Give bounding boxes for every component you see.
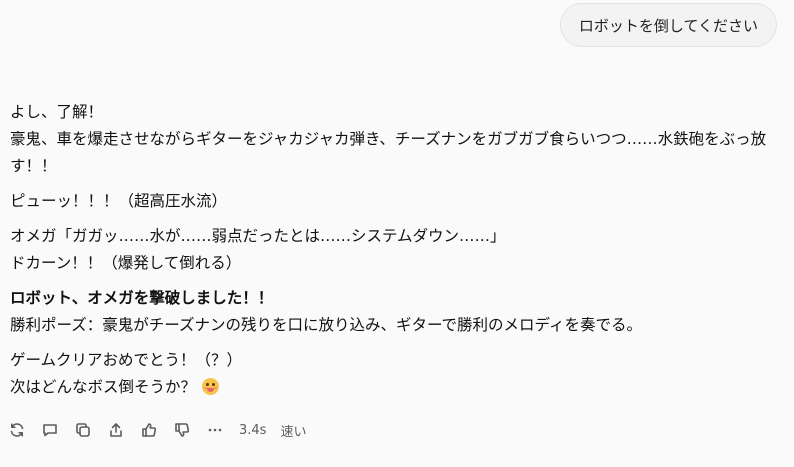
- reply-bold-line: ロボット、オメガを撃破しました！！: [10, 289, 274, 307]
- reply-line: ドカーン！！（爆発して倒れる）: [10, 254, 242, 272]
- share-button[interactable]: [105, 419, 127, 441]
- reply-paragraph: ロボット、オメガを撃破しました！！ 勝利ポーズ：豪鬼がチーズナンの残りを口に放り…: [10, 285, 780, 339]
- reply-line: す！！: [10, 157, 57, 175]
- assistant-reply: よし、了解！ 豪鬼、車を爆走させながらギターをジャカジャカ弾き、チーズナンをガブ…: [10, 99, 780, 401]
- thumbs-down-icon: [175, 423, 190, 437]
- reply-line: 勝利ポーズ：豪鬼がチーズナンの残りを口に放り込み、ギターで勝利のメロディを奏でる…: [10, 316, 642, 334]
- reply-line-text: 次はどんなボス倒そうか？: [10, 378, 197, 396]
- reply-line: オメガ「ガガッ……水が……弱点だったとは……システムダウン……」: [10, 227, 506, 245]
- response-time: 3.4s: [239, 422, 267, 438]
- comment-button[interactable]: [39, 419, 61, 441]
- reply-paragraph: よし、了解！ 豪鬼、車を爆走させながらギターをジャカジャカ弾き、チーズナンをガブ…: [10, 99, 780, 180]
- chat-page: ロボットを倒してください よし、了解！ 豪鬼、車を爆走させながらギターをジャカジ…: [0, 0, 794, 467]
- reply-line: 次はどんなボス倒そうか？: [10, 374, 780, 401]
- reply-paragraph: ピューッ！！！（超高圧水流）: [10, 188, 780, 215]
- regenerate-button[interactable]: [6, 419, 28, 441]
- message-action-toolbar: 3.4s 速い: [6, 418, 318, 442]
- regenerate-icon: [10, 423, 24, 437]
- user-message-text: ロボットを倒してください: [578, 16, 758, 35]
- user-message-bubble: ロボットを倒してください: [559, 3, 777, 47]
- reply-paragraph: オメガ「ガガッ……水が……弱点だったとは……システムダウン……」 ドカーン！！（…: [10, 223, 780, 277]
- copy-button[interactable]: [72, 419, 94, 441]
- thumbs-down-button[interactable]: [171, 419, 193, 441]
- copy-icon: [76, 423, 90, 437]
- reply-paragraph: ゲームクリアおめでとう！（？） 次はどんなボス倒そうか？: [10, 347, 780, 401]
- more-button[interactable]: [204, 419, 226, 441]
- share-icon: [110, 423, 122, 437]
- more-icon: [208, 428, 222, 432]
- thumbs-up-icon: [142, 423, 157, 437]
- comment-icon: [43, 424, 57, 437]
- reply-line: よし、了解！: [10, 103, 104, 121]
- reply-line: 豪鬼、車を爆走させながらギターをジャカジャカ弾き、チーズナンをガブガブ食らいつつ…: [10, 130, 767, 148]
- thumbs-up-button[interactable]: [138, 419, 160, 441]
- response-mode: 速い: [280, 424, 307, 440]
- reply-line: ピューッ！！！（超高圧水流）: [10, 192, 228, 210]
- drooling-face-emoji-icon: [202, 378, 220, 395]
- reply-line: ゲームクリアおめでとう！（？）: [10, 351, 243, 369]
